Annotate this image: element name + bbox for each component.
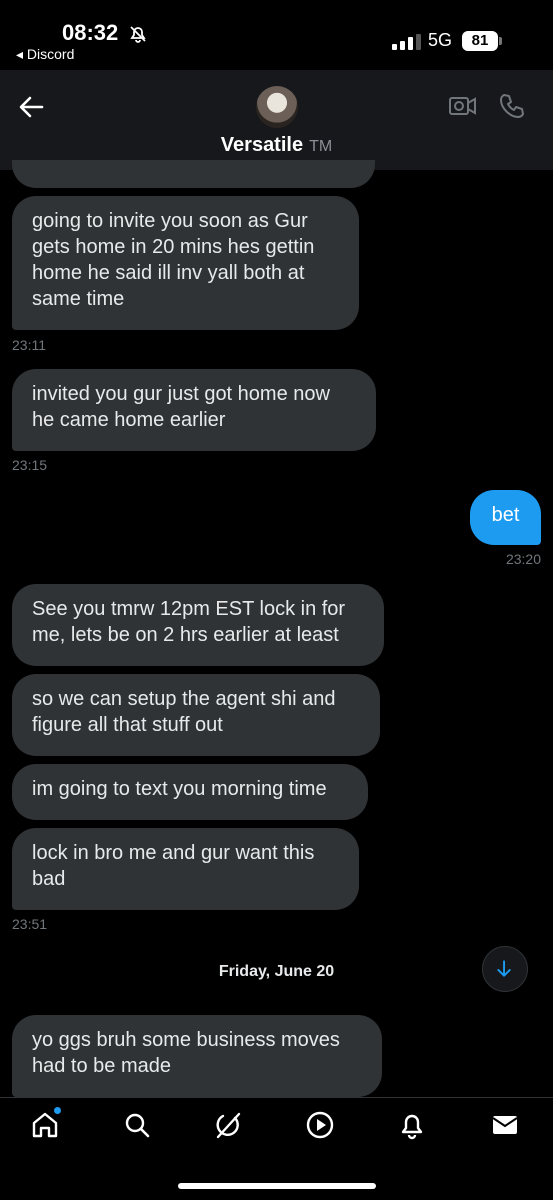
avatar[interactable] <box>256 86 298 128</box>
message-timestamp: 23:11 <box>12 337 46 353</box>
message-bubble[interactable]: lock in bro me and gur want this bad <box>12 828 359 910</box>
battery-tip <box>499 37 502 45</box>
message-bubble[interactable]: going to invite you soon as Gur gets hom… <box>12 196 359 330</box>
trademark-label: TM <box>309 138 333 155</box>
back-to-app-link[interactable]: ◂ Discord <box>16 46 74 63</box>
mail-icon[interactable] <box>490 1110 520 1140</box>
message-timestamp: 23:51 <box>12 916 48 932</box>
phone-call-icon[interactable] <box>498 92 526 120</box>
conversation-title[interactable]: Versatile TM <box>0 134 553 157</box>
message-timestamp: 23:15 <box>12 457 48 473</box>
message-bubble[interactable]: yo ggs bruh some business moves had to b… <box>12 1015 382 1097</box>
message-bubble[interactable]: so we can setup the agent shi and figure… <box>12 674 380 756</box>
home-icon[interactable] <box>30 1110 60 1140</box>
network-type: 5G <box>428 30 453 50</box>
play-icon[interactable] <box>305 1110 335 1140</box>
bell-slash-icon <box>130 26 146 43</box>
scroll-to-bottom-button[interactable] <box>482 946 528 992</box>
bell-icon[interactable] <box>397 1110 427 1140</box>
search-icon[interactable] <box>122 1110 152 1140</box>
message-bubble[interactable]: im going to text you morning time <box>12 764 368 820</box>
message-timestamp: 23:20 <box>505 551 541 567</box>
date-separator: Friday, June 20 <box>218 963 335 980</box>
notification-dot <box>54 1107 61 1114</box>
back-arrow-icon[interactable] <box>16 92 46 122</box>
message-bubble[interactable]: See you tmrw 12pm EST lock in for me, le… <box>12 584 384 666</box>
message-bubble[interactable]: invited you gur just got home now he cam… <box>12 369 376 451</box>
outgoing-message-bubble[interactable]: bet <box>470 490 541 545</box>
arrow-down-icon <box>497 960 511 977</box>
contact-name: Versatile <box>220 134 304 156</box>
home-indicator <box>178 1183 376 1189</box>
status-time: 08:32 <box>62 20 119 45</box>
status-bar: 08:32 ◂ Discord 5G 81 <box>0 0 553 70</box>
grok-icon[interactable] <box>213 1110 243 1140</box>
conversation-header: Versatile TM <box>0 70 553 170</box>
battery-level: 81 <box>462 31 498 51</box>
video-call-icon[interactable] <box>448 92 478 120</box>
signal-icon <box>392 34 421 50</box>
previous-message-bubble <box>12 160 375 188</box>
